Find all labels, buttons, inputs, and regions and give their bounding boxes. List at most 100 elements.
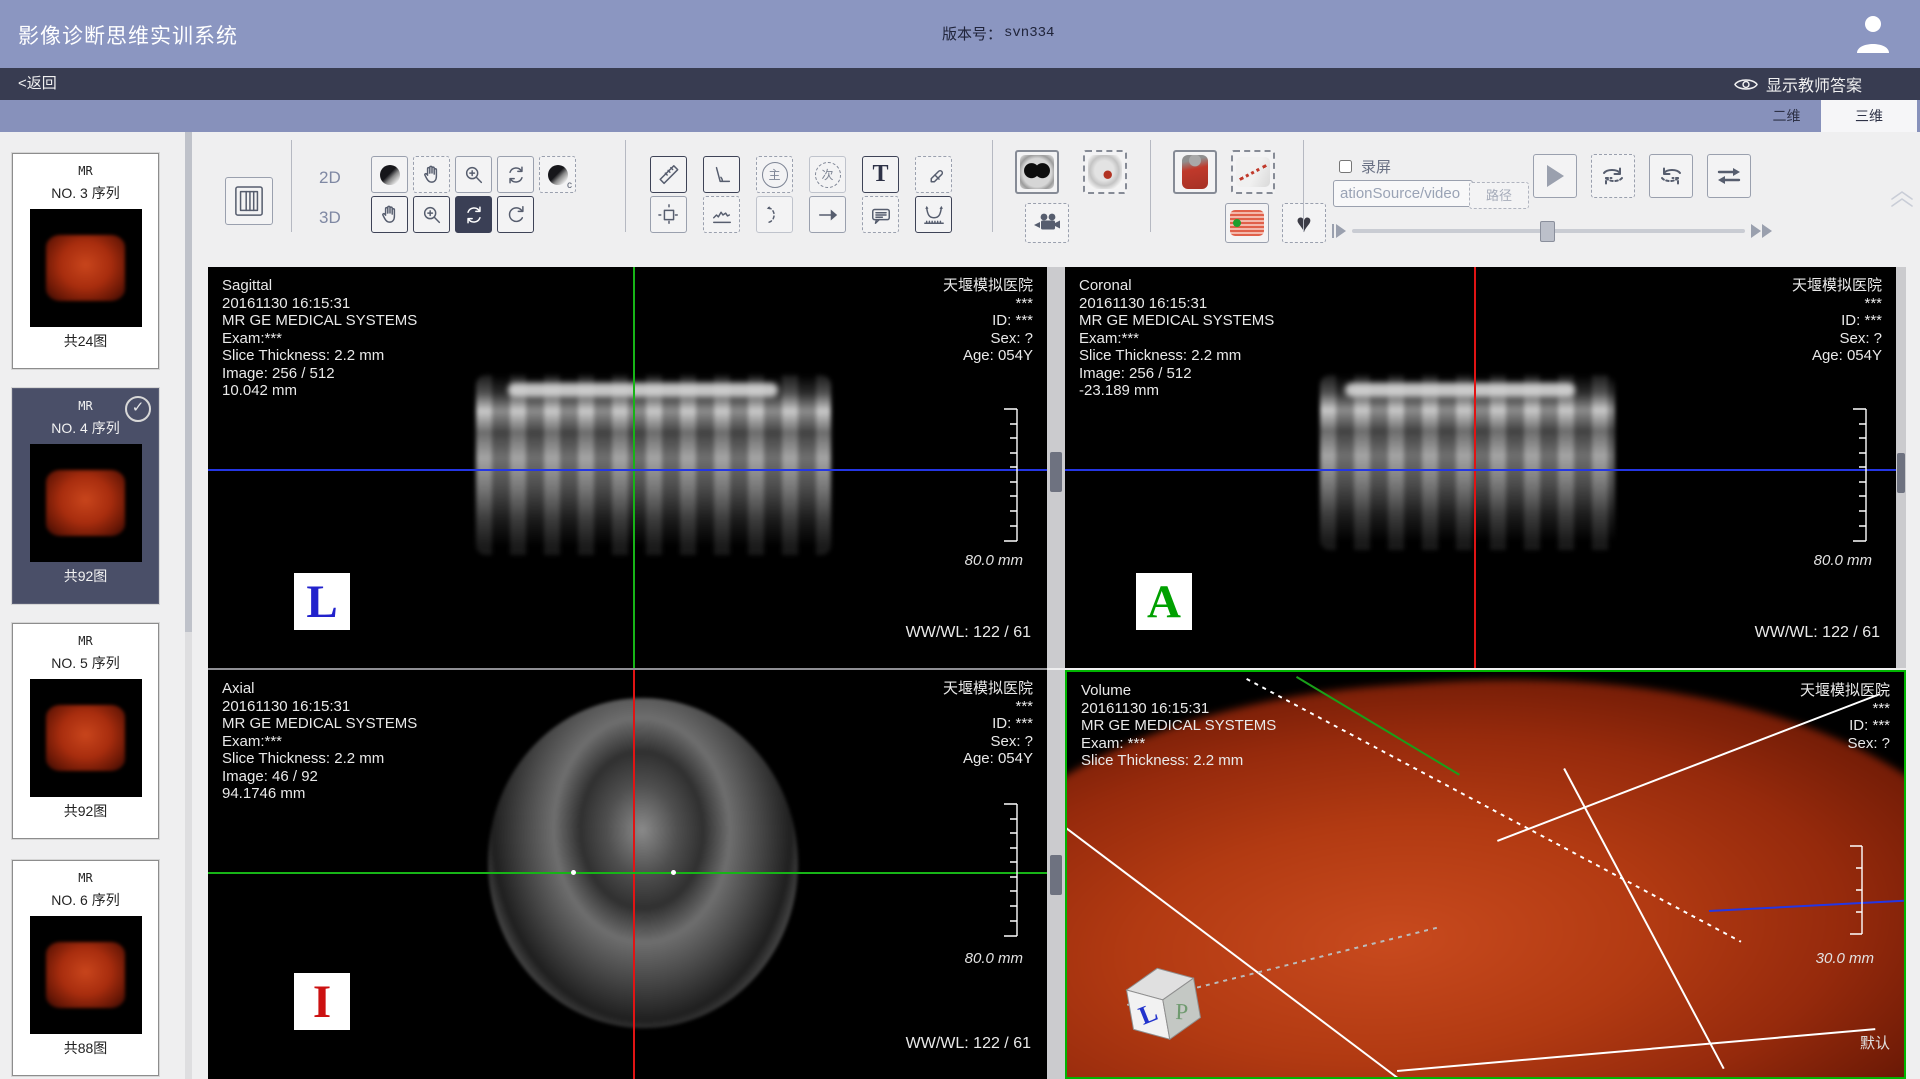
slider-thumb[interactable] (1540, 221, 1555, 242)
user-account-icon[interactable] (1854, 13, 1892, 53)
orientation-marker: I (294, 973, 350, 1030)
back-button[interactable]: <返回 (18, 68, 57, 100)
series-card-3[interactable]: MR NO. 3 序列 共24图 (12, 153, 159, 369)
comment-annotation-button[interactable] (862, 196, 899, 233)
eraser-button[interactable] (915, 156, 952, 193)
text-annotation-button[interactable]: T (862, 156, 899, 193)
window-level-reset-button[interactable]: c (539, 156, 576, 193)
zoom-2d-button[interactable] (455, 156, 492, 193)
crosshair-locate-button[interactable] (650, 196, 687, 233)
curved-measure-button[interactable] (915, 196, 952, 233)
play-button[interactable] (1533, 154, 1577, 198)
pan-3d-button[interactable] (371, 196, 408, 233)
study-datetime: 20161130 16:15:31 (1081, 700, 1276, 718)
series-card-4-selected[interactable]: ✓ MR NO. 4 序列 共92图 (12, 388, 159, 604)
crosshair-horizontal-green[interactable] (208, 872, 1047, 874)
hospital-name: 天堰模拟医院 (943, 277, 1033, 295)
swap-direction-button[interactable] (1707, 154, 1751, 198)
heart-preset-button[interactable]: ♥ (1282, 203, 1326, 243)
divider-scroll-thumb[interactable] (1050, 452, 1062, 492)
knee-bone-icon (1182, 155, 1208, 189)
arc-icon (764, 204, 786, 226)
path-plan-button[interactable] (1231, 150, 1275, 194)
show-teacher-answer-button[interactable]: 显示教师答案 (1734, 68, 1862, 100)
crosshair-handle-dot[interactable] (571, 870, 576, 875)
viewport-volume-3d[interactable]: Volume 20161130 16:15:31 MR GE MEDICAL S… (1065, 670, 1906, 1079)
cube-face-posterior: P (1175, 999, 1189, 1024)
rotation-speed-slider (1332, 224, 1772, 238)
zoom-3d-button[interactable] (413, 196, 450, 233)
version-label: 版本号： (942, 23, 1002, 44)
rotate-3d-button-active[interactable] (455, 196, 492, 233)
series-card-6[interactable]: MR NO. 6 序列 共88图 (12, 860, 159, 1076)
crosshair-vertical-red[interactable] (1474, 267, 1476, 668)
contrast-icon (380, 165, 400, 185)
collapse-toolbar-chevron[interactable] (1889, 188, 1915, 208)
image-index: Image: 46 / 92 (222, 768, 417, 786)
measure-length-button[interactable] (650, 156, 687, 193)
measure-angle-button[interactable] (703, 156, 740, 193)
orientation-cube[interactable]: L P (1112, 951, 1212, 1051)
preset-default-label[interactable]: 默认 (1860, 1032, 1890, 1053)
slider-end-icon (1751, 224, 1772, 238)
divider-scroll-thumb[interactable] (1050, 855, 1062, 895)
viewport-coronal[interactable]: Coronal 20161130 16:15:31 MR GE MEDICAL … (1065, 267, 1896, 668)
series-card-5[interactable]: MR NO. 5 序列 共92图 (12, 623, 159, 839)
patient-name: *** (943, 295, 1033, 313)
rotate-2d-button[interactable] (497, 156, 534, 193)
record-checkbox[interactable] (1339, 160, 1352, 173)
series-thumbnail (30, 916, 142, 1034)
reset-3d-button[interactable] (497, 196, 534, 233)
curve-profile-button[interactable] (703, 196, 740, 233)
viewport-title: Axial (222, 680, 417, 698)
viewport-axial[interactable]: Axial 20161130 16:15:31 MR GE MEDICAL SY… (208, 670, 1047, 1079)
sidebar-scrollbar-thumb[interactable] (185, 132, 192, 632)
right-edge-scrollbar[interactable] (1896, 267, 1906, 668)
viewport-sagittal[interactable]: Sagittal 20161130 16:15:31 MR GE MEDICAL… (208, 267, 1047, 668)
crosshair-handle-dot[interactable] (671, 870, 676, 875)
tab-2d[interactable]: 二维 (1755, 100, 1818, 132)
arc-tool-button[interactable] (756, 196, 793, 233)
patient-name: *** (1800, 700, 1890, 718)
slider-track[interactable] (1352, 229, 1745, 233)
tab-3d-active[interactable]: 三维 (1821, 100, 1917, 132)
slice-thickness: Slice Thickness: 2.2 mm (1079, 347, 1274, 365)
mri-bright-band (508, 383, 778, 397)
viewport-info-left: Axial 20161130 16:15:31 MR GE MEDICAL SY… (222, 680, 417, 803)
pan-2d-button[interactable] (413, 156, 450, 193)
video-capture-button[interactable] (1025, 203, 1069, 243)
crosshair-horizontal-blue[interactable] (1065, 469, 1896, 471)
crosshair-vertical-green[interactable] (633, 267, 635, 668)
viewport-divider-scrollbar[interactable] (1047, 670, 1065, 1079)
roi-secondary-button[interactable]: 次 (809, 156, 846, 193)
mri-axial-head-image (482, 693, 803, 1034)
rotate-left-button[interactable] (1649, 154, 1693, 198)
layout-button[interactable] (225, 177, 273, 225)
right-scroll-thumb[interactable] (1897, 453, 1905, 493)
video-path-input[interactable] (1333, 180, 1473, 207)
roi-main-button[interactable]: 主 (756, 156, 793, 193)
series-count: 共92图 (13, 566, 158, 586)
sidebar-scrollbar[interactable] (185, 132, 192, 1079)
route-path-icon (1236, 157, 1270, 187)
window-level-button[interactable] (371, 156, 408, 193)
arrow-annotation-button[interactable] (809, 196, 846, 233)
series-modality: MR (13, 871, 158, 885)
bone-preset-button[interactable] (1173, 150, 1217, 194)
skull-3d-preset-button[interactable] (1083, 150, 1127, 194)
vessel-preset-button[interactable] (1225, 203, 1269, 243)
slice-position: 94.1746 mm (222, 785, 417, 803)
modality-device: MR GE MEDICAL SYSTEMS (222, 312, 417, 330)
secondary-nav-bar: <返回 显示教师答案 (0, 68, 1920, 100)
image-index: Image: 256 / 512 (222, 365, 417, 383)
crosshair-horizontal-blue[interactable] (208, 469, 1047, 471)
comment-icon (870, 204, 892, 226)
skull-3d-icon (1088, 155, 1122, 189)
series-name: NO. 6 序列 (13, 890, 158, 910)
lung-preset-button[interactable] (1015, 150, 1059, 194)
viewport-divider-scrollbar[interactable] (1047, 267, 1065, 668)
rotate-right-button[interactable] (1591, 154, 1635, 198)
path-select-button[interactable]: 路径 (1469, 182, 1529, 209)
patient-sex: Sex: ? (1792, 330, 1882, 348)
crosshair-vertical-red[interactable] (633, 670, 635, 1079)
